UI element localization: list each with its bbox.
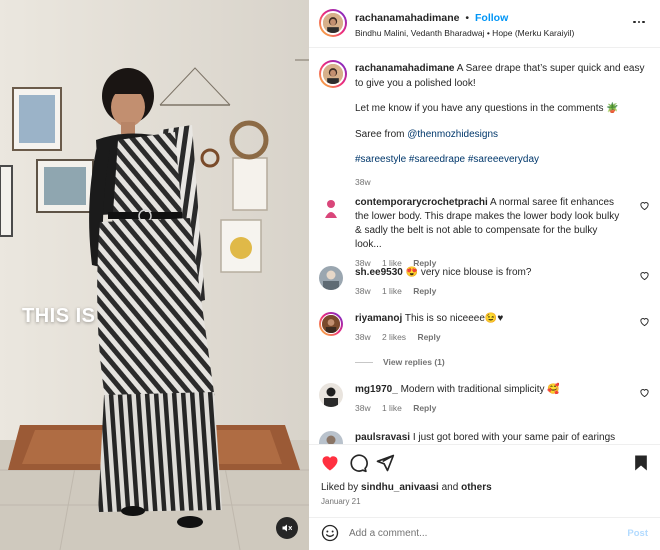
liked-by-prefix: Liked by [321, 482, 362, 493]
reply-button[interactable]: Reply [413, 403, 436, 413]
header-user-line: rachanamahadimane • Follow [355, 12, 508, 24]
follow-button[interactable]: Follow [475, 12, 508, 24]
caption-mention-link[interactable]: @thenmozhidesigns [407, 129, 498, 140]
comment-username[interactable]: contemporarycrochetprachi [355, 197, 488, 208]
share-icon[interactable] [375, 453, 395, 473]
caption-timestamp[interactable]: 38w [355, 175, 645, 190]
comment-likes[interactable]: 1 like [382, 286, 402, 296]
mute-toggle-button[interactable] [276, 517, 298, 539]
author-username[interactable]: rachanamahadimane [355, 12, 459, 24]
comment-username[interactable]: sh.ee9530 [355, 267, 403, 278]
audio-attribution[interactable]: Bindhu Malini, Vedanth Bharadwaj • Hope … [355, 28, 574, 38]
caption-username[interactable]: rachanamahadimane [355, 63, 455, 74]
liked-by-others[interactable]: others [461, 482, 492, 493]
caption-author-avatar[interactable] [319, 60, 347, 88]
video-text-overlay: THIS IS [22, 305, 96, 327]
commenter-avatar[interactable] [319, 383, 343, 407]
caption-text-2: Let me know if you have any questions in… [355, 103, 619, 114]
heart-outline-icon[interactable] [639, 387, 650, 398]
caption-hashtags[interactable]: #sareestyle #sareedrape #sareeeveryday [355, 153, 645, 168]
post-comment-button[interactable]: Post [627, 528, 648, 539]
post-header: rachanamahadimane • Follow Bindhu Malini… [309, 0, 660, 48]
comment-input[interactable] [349, 525, 609, 542]
caption-body: rachanamahadimane A Saree drape that’s s… [355, 62, 645, 189]
comment-time[interactable]: 38w [355, 403, 371, 413]
commenter-avatar-image [319, 196, 343, 220]
comment-icon[interactable] [348, 453, 368, 473]
commenter-avatar[interactable] [319, 196, 343, 220]
author-avatar[interactable] [319, 9, 347, 37]
comment-likes[interactable]: 1 like [382, 403, 402, 413]
commenter-avatar-image [319, 431, 343, 444]
commenter-avatar[interactable] [319, 312, 343, 336]
comment-text: 😍 very nice blouse is from? [402, 267, 532, 278]
caption-avatar-image [323, 64, 343, 84]
post-actions: Liked by sindhu_anivaasi and others Janu… [309, 444, 660, 519]
heart-filled-icon[interactable] [320, 453, 340, 473]
comment-likes[interactable]: 2 likes [382, 332, 406, 342]
post-details-panel: rachanamahadimane • Follow Bindhu Malini… [309, 0, 660, 550]
comment-text: Modern with traditional simplicity 🥰 [397, 384, 560, 395]
heart-outline-icon[interactable] [639, 270, 650, 281]
comment-username[interactable]: mg1970_ [355, 384, 398, 395]
comments-list[interactable]: rachanamahadimane A Saree drape that’s s… [309, 48, 660, 444]
video-frame [0, 0, 309, 550]
view-replies-divider [355, 362, 373, 364]
liked-by-mid: and [438, 482, 462, 493]
add-comment-bar: Post [309, 517, 660, 550]
commenter-avatar-image [319, 383, 343, 407]
reply-button[interactable]: Reply [413, 286, 436, 296]
more-horizontal-icon [633, 20, 636, 24]
speaker-muted-icon [282, 524, 292, 532]
emoji-icon[interactable] [321, 524, 339, 542]
comment-username[interactable]: paulsravasi [355, 432, 410, 443]
separator-dot: • [465, 12, 470, 24]
comment-time[interactable]: 38w [355, 286, 371, 296]
post-media-video[interactable]: THIS IS [0, 0, 309, 550]
more-options-button[interactable] [632, 15, 646, 29]
caption-text-3: Saree from [355, 128, 408, 140]
post-date[interactable]: January 21 [321, 497, 361, 506]
comment-username[interactable]: riyamanoj [355, 313, 402, 324]
comment-time[interactable]: 38w [355, 332, 371, 342]
author-avatar-image [323, 13, 343, 33]
commenter-avatar-image [319, 266, 343, 290]
heart-outline-icon[interactable] [639, 200, 650, 211]
comment-text: This is so niceeee😉♥ [402, 313, 504, 324]
commenter-avatar[interactable] [319, 266, 343, 290]
bookmark-icon[interactable] [631, 453, 651, 473]
view-replies-label: View replies (1) [383, 357, 445, 367]
commenter-avatar[interactable] [319, 431, 343, 444]
reply-button[interactable]: Reply [417, 332, 440, 342]
liked-by-user[interactable]: sindhu_anivaasi [361, 482, 439, 493]
heart-outline-icon[interactable] [639, 316, 650, 327]
commenter-avatar-image [321, 314, 341, 334]
liked-by-line: Liked by sindhu_anivaasi and others [321, 482, 492, 493]
view-replies-button[interactable]: View replies (1) [355, 357, 445, 367]
